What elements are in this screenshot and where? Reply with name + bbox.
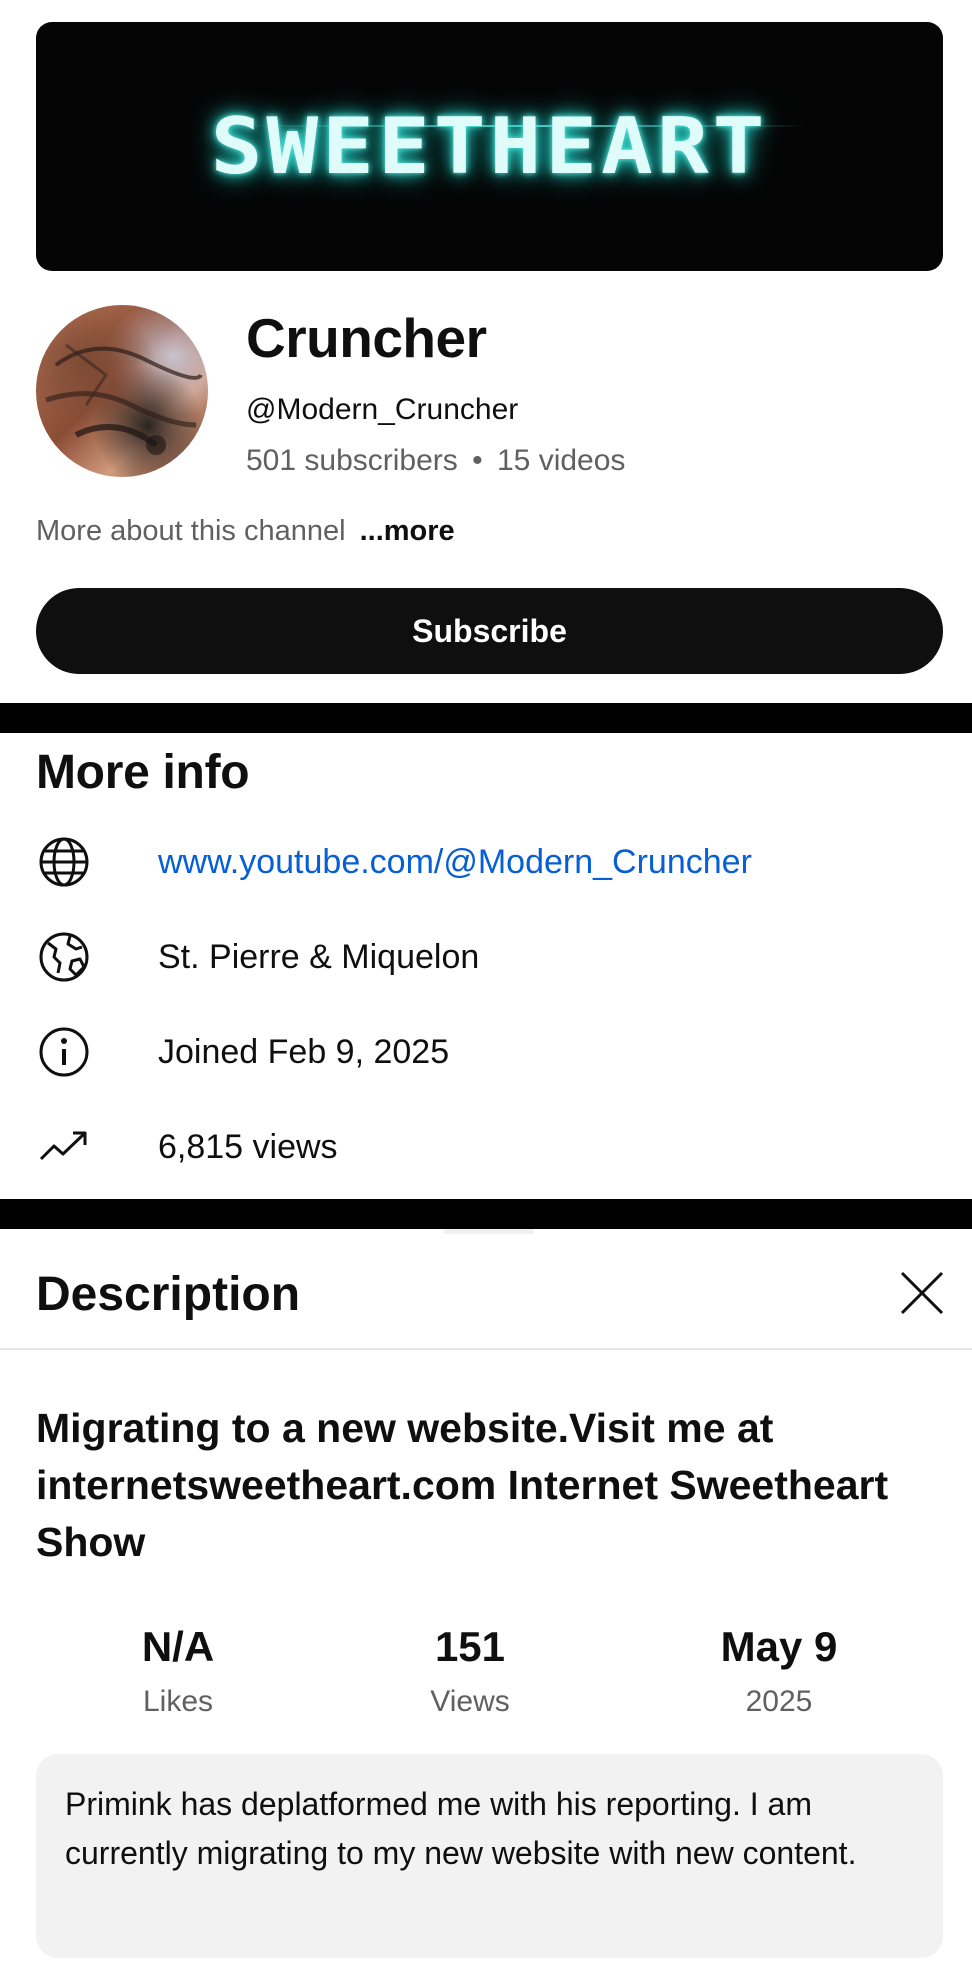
description-body: Primink has deplatformed me with his rep…: [36, 1754, 943, 1958]
stats-separator: •: [472, 444, 483, 477]
video-title: Migrating to a new website.Visit me at i…: [36, 1405, 889, 1565]
likes-value: N/A: [141, 1623, 215, 1670]
date-value: May 9: [720, 1623, 838, 1670]
globe-icon: [36, 832, 96, 892]
about-channel-row[interactable]: More about this channel ...more: [36, 515, 455, 548]
description-title: Description: [36, 1268, 301, 1321]
views-value: 151: [434, 1623, 506, 1670]
views-label: Views: [430, 1685, 510, 1718]
likes-label: Likes: [142, 1685, 214, 1718]
date-year-label: 2025: [745, 1685, 813, 1718]
info-row-views: 6,815 views: [36, 1117, 338, 1177]
close-button[interactable]: [894, 1265, 950, 1321]
section-divider: [0, 703, 972, 733]
info-row-joined: Joined Feb 9, 2025: [36, 1022, 449, 1082]
close-icon: [900, 1271, 944, 1315]
trending-icon: [36, 1117, 96, 1177]
channel-url-link[interactable]: www.youtube.com/@Modern_Cruncher: [158, 843, 752, 882]
earth-icon: [36, 927, 96, 987]
info-row-location: St. Pierre & Miquelon: [36, 927, 479, 987]
banner-text: SWEETHEART: [210, 101, 769, 192]
total-views-text: 6,815 views: [158, 1127, 338, 1166]
channel-name: Cruncher: [246, 307, 487, 369]
more-link[interactable]: ...more: [360, 515, 455, 547]
video-count: 15 videos: [496, 444, 626, 477]
section-divider: [0, 1199, 972, 1229]
location-text: St. Pierre & Miquelon: [158, 937, 480, 976]
subscriber-count: 501 subscribers: [246, 444, 458, 477]
subscribe-button[interactable]: Subscribe: [36, 588, 943, 674]
avatar-tattoo-pattern: [45, 343, 203, 455]
channel-handle: @Modern_Cruncher: [246, 393, 519, 426]
drag-handle[interactable]: [444, 1229, 534, 1234]
avatar[interactable]: [36, 305, 208, 477]
channel-banner: SWEETHEART: [36, 22, 943, 271]
info-row-website[interactable]: www.youtube.com/@Modern_Cruncher: [36, 832, 752, 892]
info-icon: [36, 1022, 96, 1082]
more-info-title: More info: [36, 746, 250, 799]
description-header: Description: [0, 1229, 972, 1350]
likes-stat: N/A Likes: [58, 1623, 298, 1719]
channel-stats: 501 subscribers • 15 videos: [246, 444, 625, 478]
joined-date-text: Joined Feb 9, 2025: [158, 1032, 450, 1071]
about-channel-text: More about this channel: [36, 515, 346, 547]
date-stat: May 9 2025: [659, 1623, 899, 1719]
views-stat: 151 Views: [350, 1623, 590, 1719]
